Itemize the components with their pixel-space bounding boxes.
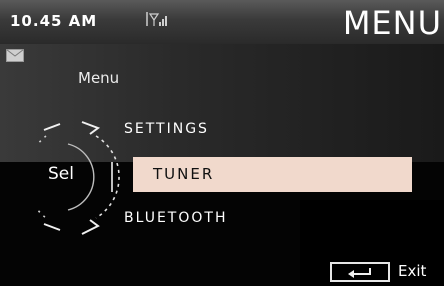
status-bar: 10.45 AM MENU	[0, 0, 444, 44]
menu-item-label: TUNER	[153, 165, 215, 183]
clock: 10.45 AM	[10, 12, 98, 30]
menu-screen: 10.45 AM MENU Menu SETTINGS TUNER BLUETO…	[0, 0, 444, 286]
breadcrumb: Menu	[78, 69, 120, 87]
page-title: MENU	[342, 4, 442, 42]
menu-item-settings[interactable]: SETTINGS	[124, 121, 209, 137]
menu-item-tuner[interactable]: TUNER	[133, 157, 412, 192]
menu-item-bluetooth[interactable]: BLUETOOTH	[124, 210, 227, 226]
selector-label: Sel	[48, 164, 74, 184]
exit-label[interactable]: Exit	[398, 262, 426, 280]
mail-icon[interactable]	[6, 49, 24, 62]
enter-button[interactable]	[330, 262, 390, 282]
signal-icon	[146, 12, 167, 26]
enter-arrow-icon	[348, 268, 371, 278]
